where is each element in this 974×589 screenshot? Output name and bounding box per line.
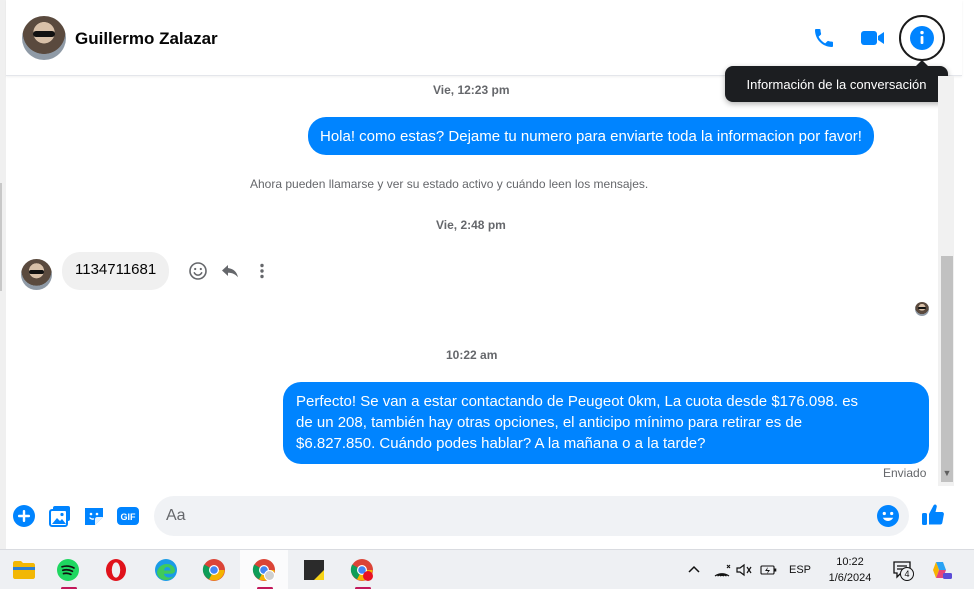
sticky-notes-icon [304, 560, 324, 580]
volume-muted-icon [736, 563, 752, 577]
chrome-profile-icon [252, 559, 275, 581]
gif-icon: GIF [117, 507, 139, 525]
wifi-icon [714, 564, 731, 577]
message-actions [186, 259, 274, 283]
chrome-alert-icon [350, 559, 373, 581]
message-input-container[interactable] [154, 496, 909, 536]
photo-icon [49, 506, 70, 527]
folder-icon [13, 561, 35, 579]
contact-avatar[interactable] [22, 16, 66, 60]
outgoing-message-1[interactable]: Hola! como estas? Dejame tu numero para … [308, 117, 874, 155]
tray-clock[interactable]: 10:22 1/6/2024 [820, 554, 880, 586]
incoming-message-1[interactable]: 1134711681 [62, 252, 170, 290]
timestamp-2: Vie, 2:48 pm [436, 218, 506, 232]
contact-name[interactable]: Guillermo Zalazar [75, 29, 218, 49]
message-line: $6.827.850. Cuándo podes hablar? A la ma… [296, 435, 706, 452]
emoji-icon [877, 505, 899, 527]
video-camera-icon [861, 31, 884, 45]
taskbar-chrome-profile[interactable] [240, 550, 288, 589]
taskbar-sticky-app[interactable] [290, 550, 338, 589]
taskbar-chrome-red[interactable] [338, 550, 386, 589]
like-button[interactable] [920, 502, 946, 528]
tray-network[interactable] [713, 550, 731, 589]
clock-date: 1/6/2024 [828, 572, 872, 584]
gif-button[interactable]: GIF [116, 504, 140, 528]
notification-count: 4 [900, 567, 914, 581]
taskbar-edge[interactable] [142, 550, 190, 589]
emoji-button[interactable] [876, 504, 900, 528]
tray-language[interactable]: ESP [789, 550, 811, 589]
edge-icon [155, 559, 177, 581]
sent-status: Enviado [883, 466, 927, 480]
scroll-down-arrow[interactable]: ▼ [941, 468, 953, 480]
chrome-icon [202, 559, 225, 581]
sender-avatar[interactable] [21, 259, 52, 290]
timestamp-3: 10:22 am [446, 348, 498, 362]
chevron-up-icon [688, 565, 700, 573]
tray-volume[interactable] [735, 550, 753, 589]
tray-notifications[interactable]: 4 [892, 550, 914, 589]
system-notice: Ahora pueden llamarse y ver su estado ac… [250, 177, 649, 191]
battery-charging-icon [760, 565, 777, 575]
reply-arrow-icon [222, 265, 238, 278]
taskbar-file-explorer[interactable] [0, 550, 48, 589]
spotify-icon [57, 559, 79, 581]
react-button[interactable] [186, 259, 210, 283]
info-tooltip: Información de la conversación [725, 60, 948, 102]
tray-overflow-button[interactable] [686, 550, 702, 589]
left-edge [0, 0, 6, 549]
outgoing-message-2[interactable]: Perfecto! Se van a estar contactando de … [283, 382, 929, 464]
more-options-button[interactable] [250, 259, 274, 283]
thumbs-up-icon [922, 504, 944, 525]
opera-icon [106, 559, 126, 581]
attach-photo-button[interactable] [48, 504, 72, 528]
svg-text:GIF: GIF [121, 512, 137, 522]
sticker-button[interactable] [82, 504, 106, 528]
tray-battery[interactable] [759, 550, 779, 589]
message-line: Perfecto! Se van a estar contactando de … [296, 393, 859, 410]
taskbar-spotify[interactable] [44, 550, 92, 589]
message-line: de un 208, también hay otras opciones, e… [296, 414, 803, 431]
conversation-header: Guillermo Zalazar [6, 0, 962, 76]
info-icon [910, 26, 934, 50]
taskbar-opera[interactable] [92, 550, 140, 589]
timestamp-1: Vie, 12:23 pm [433, 83, 510, 97]
read-receipt-avatar [915, 302, 929, 316]
clock-time: 10:22 [836, 556, 864, 568]
copilot-icon [933, 562, 952, 579]
taskbar-chrome[interactable] [190, 550, 238, 589]
phone-icon [815, 29, 833, 47]
plus-circle-icon [13, 505, 35, 527]
more-vertical-icon [260, 263, 264, 279]
message-input[interactable] [166, 496, 856, 536]
scrollbar-thumb[interactable] [941, 256, 953, 482]
sticker-icon [85, 508, 103, 525]
phone-call-button[interactable] [810, 24, 838, 52]
message-composer: GIF [6, 488, 962, 546]
windows-taskbar: ESP 10:22 1/6/2024 4 [0, 549, 974, 589]
conversation-info-button[interactable] [899, 15, 945, 61]
tray-copilot[interactable] [930, 550, 952, 589]
video-call-button[interactable] [859, 24, 887, 52]
more-actions-button[interactable] [12, 504, 36, 528]
reply-button[interactable] [218, 259, 242, 283]
messenger-window: Guillermo Zalazar Información de la conv… [0, 0, 974, 589]
smiley-icon [189, 262, 207, 280]
